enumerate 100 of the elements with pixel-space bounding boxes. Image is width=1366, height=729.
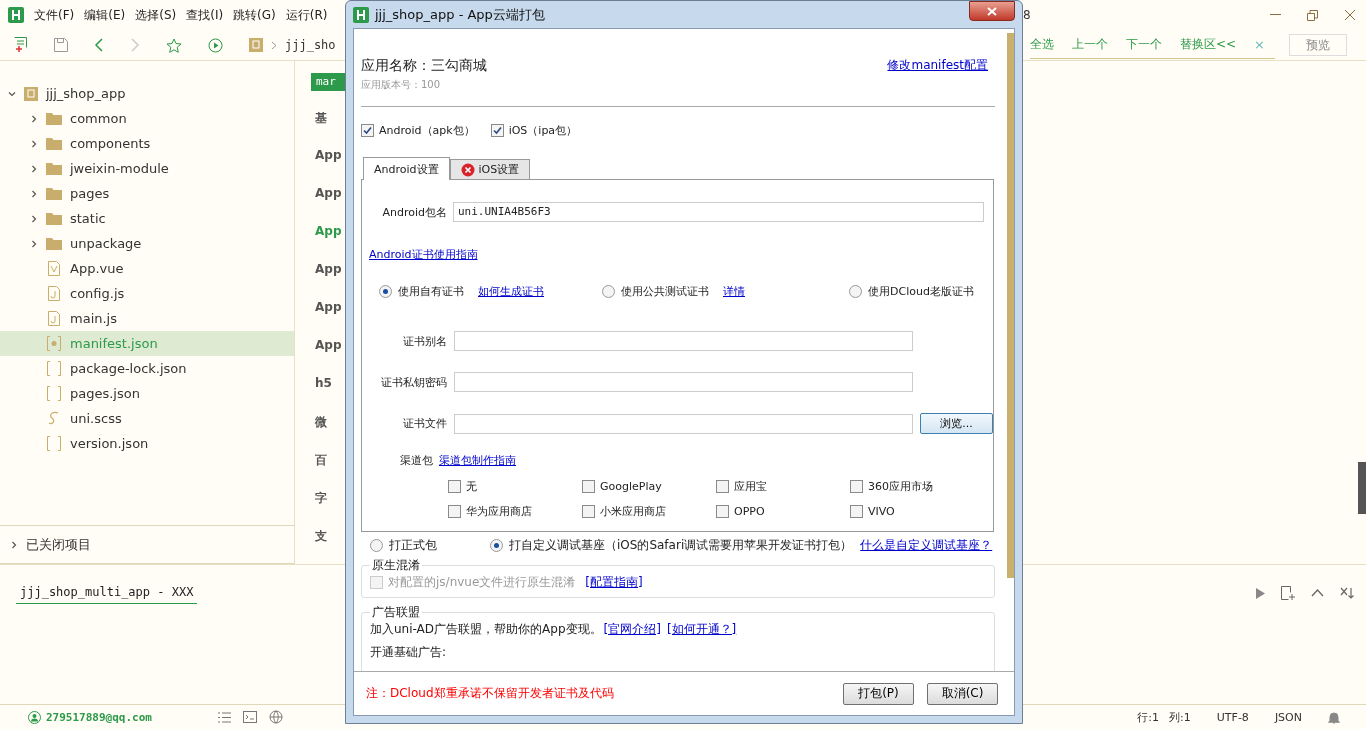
find-action[interactable]: 全选 [1030, 36, 1054, 53]
radio-button[interactable] [379, 285, 392, 298]
user-icon[interactable] [28, 710, 41, 724]
radio-button[interactable] [370, 539, 383, 552]
breadcrumb[interactable]: jjj_sho [285, 38, 336, 52]
config-guide-link[interactable]: [配置指南] [585, 574, 643, 591]
chevron-icon[interactable] [30, 214, 38, 223]
encoding-label[interactable]: UTF-8 [1216, 710, 1249, 724]
language-label[interactable]: JSON [1274, 710, 1302, 724]
close-button[interactable] [969, 1, 1015, 21]
checkbox-label[interactable]: OPPO [734, 505, 765, 518]
outline-item[interactable]: App [315, 186, 345, 205]
menu-item[interactable]: 跳转(G) [233, 6, 276, 24]
ads-link[interactable]: [如何开通？] [666, 621, 737, 638]
menu-item[interactable]: 运行(R) [285, 6, 328, 24]
checkbox[interactable] [490, 124, 504, 137]
outline-item[interactable]: 百 [315, 452, 345, 471]
scrollbar-thumb[interactable] [1007, 33, 1014, 578]
file-tree-item[interactable]: pages [0, 181, 294, 206]
dialog-button[interactable]: 打包(P) [843, 682, 914, 705]
checkbox[interactable] [361, 124, 374, 137]
checkbox[interactable] [582, 505, 595, 518]
chevron-icon[interactable] [8, 89, 16, 98]
radio-label[interactable]: 使用自有证书 [398, 284, 464, 299]
checkbox[interactable] [582, 480, 595, 493]
menu-item[interactable]: 编辑(E) [84, 6, 126, 24]
input-field[interactable] [454, 372, 913, 392]
file-tree-item[interactable]: uni.scss [0, 406, 294, 431]
checkbox-label[interactable]: 无 [466, 479, 477, 494]
browse-button[interactable]: 浏览... [920, 413, 993, 434]
chevron-icon[interactable] [30, 114, 38, 123]
scrollbar-thumb[interactable] [1358, 462, 1366, 514]
save-icon[interactable] [54, 38, 68, 52]
channel-guide-link[interactable]: 渠道包制作指南 [439, 453, 516, 468]
file-tree-item[interactable]: pages.json [0, 381, 294, 406]
checkbox[interactable] [448, 480, 461, 493]
menu-item[interactable]: 文件(F) [34, 6, 75, 24]
checkbox[interactable] [850, 505, 863, 518]
checkbox-label[interactable]: 华为应用商店 [466, 504, 532, 519]
checkbox-label[interactable]: VIVO [868, 505, 895, 518]
checkbox-label[interactable]: 360应用市场 [868, 479, 933, 494]
checkbox-label[interactable]: Android（apk包） [379, 123, 475, 138]
radio-label[interactable]: 打自定义调试基座（iOS的Safari调试需要用苹果开发证书打包） [509, 537, 853, 554]
chevron-icon[interactable] [10, 540, 18, 549]
file-tree-item[interactable]: components [0, 131, 294, 156]
outline-item[interactable]: App [315, 148, 345, 167]
play-icon[interactable] [1256, 587, 1265, 599]
settings-tab[interactable]: iOS设置 [449, 159, 531, 179]
outline-item[interactable]: 微 [315, 414, 345, 433]
chevron-icon[interactable] [30, 239, 38, 248]
file-tree-item[interactable]: package-lock.json [0, 356, 294, 381]
menu-item[interactable]: 选择(S) [135, 6, 177, 24]
new-file-icon[interactable] [14, 37, 28, 53]
file-tree-item[interactable]: common [0, 106, 294, 131]
find-action[interactable]: 替换区<< [1180, 36, 1237, 53]
clear-icon[interactable] [1340, 587, 1354, 599]
outline-item[interactable]: 基 [315, 110, 345, 129]
file-tree-item[interactable]: App.vue [0, 256, 294, 281]
checkbox-label[interactable]: GooglePlay [600, 480, 662, 493]
close-icon[interactable] [1344, 9, 1356, 21]
run-icon[interactable] [208, 37, 223, 53]
file-tree-item[interactable]: unpackage [0, 231, 294, 256]
checkbox[interactable] [850, 480, 863, 493]
outline-item[interactable]: 字 [315, 490, 345, 509]
settings-tab[interactable]: Android设置 [363, 157, 450, 180]
radio-label[interactable]: 使用DCloud老版证书 [868, 284, 974, 299]
file-tree-item[interactable]: jweixin-module [0, 156, 294, 181]
outline-item[interactable]: App [315, 262, 345, 281]
radio-button[interactable] [490, 539, 503, 552]
file-tree-item[interactable]: main.js [0, 306, 294, 331]
find-action[interactable]: 下一个 [1126, 36, 1162, 53]
file-tree-item[interactable]: version.json [0, 431, 294, 456]
find-action[interactable]: 上一个 [1072, 36, 1108, 53]
input-field[interactable] [454, 413, 913, 434]
checkbox[interactable] [716, 505, 729, 518]
outline-item[interactable]: App [315, 224, 345, 243]
help-link[interactable]: 什么是自定义调试基座？ [860, 537, 993, 554]
preview-button[interactable]: 预览 [1289, 34, 1347, 56]
collapse-icon[interactable] [1311, 589, 1324, 597]
minimize-icon[interactable] [1270, 14, 1281, 16]
help-link[interactable]: 如何生成证书 [478, 284, 544, 299]
outline-item[interactable]: App [315, 338, 345, 357]
chevron-icon[interactable] [30, 139, 38, 148]
project-row[interactable]: jjj_shop_app [0, 81, 294, 106]
chevron-icon[interactable] [30, 189, 38, 198]
user-email[interactable]: 279517889@qq.com [46, 710, 152, 724]
bell-icon[interactable] [1328, 710, 1340, 724]
radio-button[interactable] [849, 285, 862, 298]
list-icon[interactable] [218, 711, 231, 723]
radio-label[interactable]: 打正式包 [389, 537, 437, 554]
outline-item[interactable]: 支 [315, 528, 345, 547]
globe-icon[interactable] [269, 710, 283, 724]
outline-item[interactable]: h5 [315, 376, 345, 395]
checkbox[interactable] [448, 505, 461, 518]
closed-projects-label[interactable]: 已关闭项目 [26, 535, 91, 554]
terminal-icon[interactable] [243, 711, 257, 723]
manifest-link[interactable]: 修改manifest配置 [887, 57, 988, 74]
console-tab[interactable]: jjj_shop_multi_app - XXX [16, 582, 198, 604]
back-icon[interactable] [94, 38, 104, 52]
checkbox[interactable] [716, 480, 729, 493]
